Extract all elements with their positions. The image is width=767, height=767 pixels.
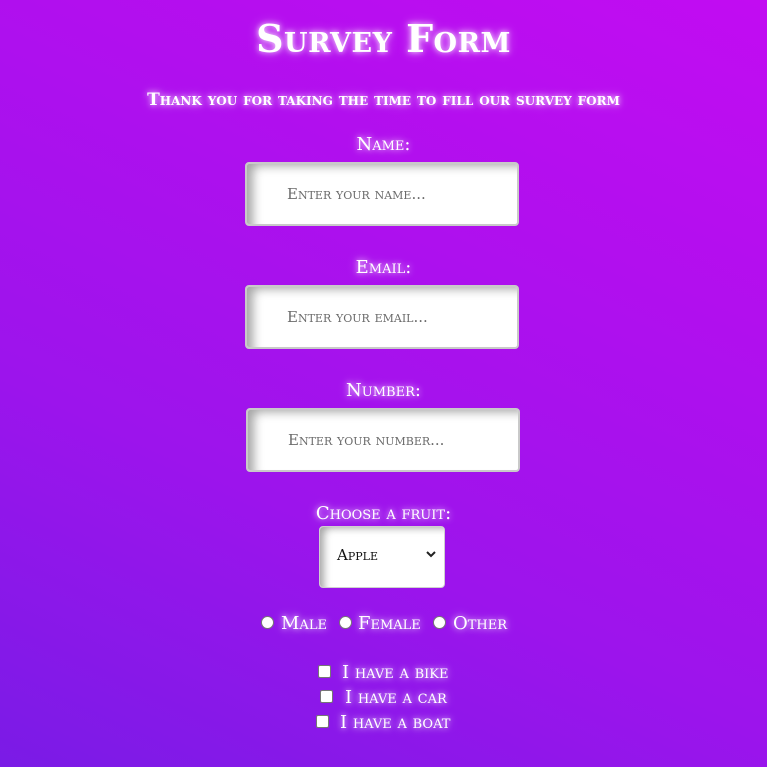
email-label: Email: [355,257,412,278]
email-input[interactable] [245,285,519,349]
checkbox-bike[interactable] [318,665,331,678]
radio-other-label: Other [453,613,508,634]
name-input[interactable] [245,162,519,226]
checkbox-car-label: I have a car [345,687,447,708]
chevron-down-icon [426,551,436,558]
radio-female[interactable] [339,616,352,629]
page-subtitle: Thank you for taking the time to fill ou… [147,90,620,110]
checkbox-car[interactable] [320,690,333,703]
radio-female-label: Female [358,613,421,634]
checkbox-boat[interactable] [316,715,329,728]
fruit-select-value: Apple [337,546,378,564]
fruit-select[interactable]: Apple [319,526,445,588]
radio-other[interactable] [433,616,446,629]
fruit-label: Choose a fruit: [315,503,452,524]
number-input[interactable] [246,408,520,472]
radio-male-label: Male [281,613,327,634]
checkbox-bike-label: I have a bike [342,662,449,683]
number-label: Number: [346,380,421,401]
page-title: Survey Form [256,16,511,61]
radio-male[interactable] [261,616,274,629]
checkbox-boat-label: I have a boat [340,712,451,733]
name-label: Name: [356,134,411,155]
